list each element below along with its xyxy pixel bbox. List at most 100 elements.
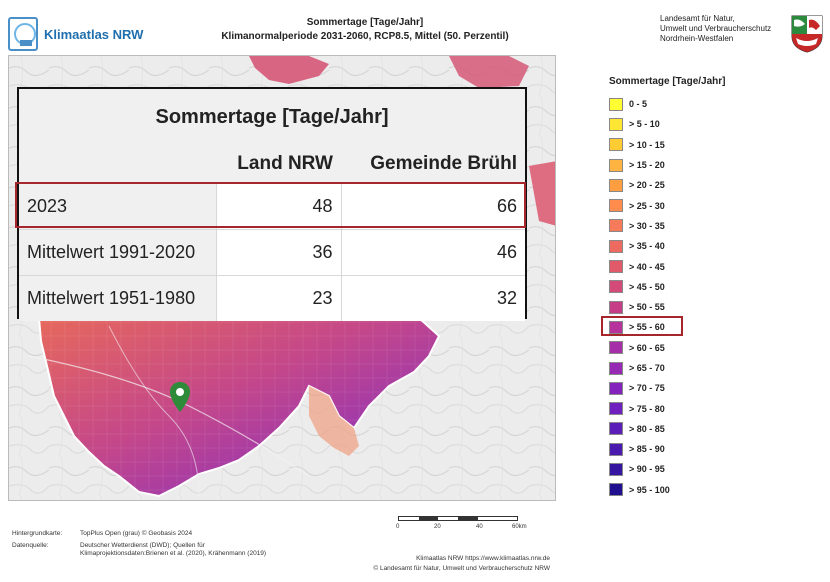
agency-line-3: Nordrhein-Westfalen [660, 34, 734, 43]
table-row: 2023 48 66 [19, 182, 525, 229]
row-label: 2023 [19, 182, 216, 229]
legend-swatch [609, 219, 623, 233]
land-value: 48 [215, 182, 341, 229]
legend-items: 0 - 5 > 5 - 10 > 10 - 15 > 15 - 20 > 20 - 25… [609, 94, 789, 500]
table-row: Mittelwert 1951-1980 23 32 [19, 274, 525, 321]
source-label: Datenquelle: [12, 542, 49, 549]
website-text: Klimaatlas NRW https://www.klimaatlas.nr… [416, 555, 550, 562]
agency-name: Landesamt für Natur, Umwelt und Verbrauc… [660, 14, 790, 44]
legend-label: > 15 - 20 [629, 160, 665, 171]
legend-swatch [609, 462, 623, 476]
gemeinde-value: 32 [340, 274, 525, 321]
legend-label: > 90 - 95 [629, 464, 665, 475]
legend-swatch [609, 361, 623, 375]
legend-swatch [609, 341, 623, 355]
legend-label: > 50 - 55 [629, 302, 665, 313]
legend-item: > 85 - 90 [609, 439, 789, 459]
legend-item: > 10 - 15 [609, 135, 789, 155]
source-value: Deutscher Wetterdienst (DWD); Quellen fü… [80, 542, 267, 557]
legend-label: > 30 - 35 [629, 220, 665, 231]
scale-bar: 0 20 40 60km [396, 516, 538, 536]
scale-tick: 40 [476, 524, 483, 530]
legend-swatch [609, 199, 623, 213]
legend-label: > 10 - 15 [629, 139, 665, 150]
legend-title: Sommertage [Tage/Jahr] [609, 76, 726, 87]
legend-swatch [609, 280, 623, 294]
land-value: 36 [215, 228, 341, 275]
agency-line-2: Umwelt und Verbraucherschutz [660, 24, 772, 33]
klimaatlas-logo: Klimaatlas NRW [8, 12, 158, 56]
legend-label: > 40 - 45 [629, 261, 665, 272]
basemap-value: TopPlus Open (grau) © Geobasis 2024 [80, 530, 193, 537]
legend-swatch [609, 300, 623, 314]
legend-label: > 5 - 10 [629, 119, 660, 130]
legend-label: > 60 - 65 [629, 342, 665, 353]
map-title-line1: Sommertage [Tage/Jahr] [306, 17, 424, 28]
legend-label: > 20 - 25 [629, 180, 665, 191]
land-value: 23 [215, 274, 341, 321]
legend-label: 0 - 5 [629, 99, 648, 110]
legend-swatch [609, 158, 623, 172]
legend-swatch [609, 260, 623, 274]
legend-item: > 15 - 20 [609, 155, 789, 175]
copyright-text: © Landesamt für Natur, Umwelt und Verbra… [373, 565, 550, 572]
legend-item: > 50 - 55 [609, 297, 789, 317]
legend-highlight-frame [601, 316, 683, 336]
legend-item: > 70 - 75 [609, 378, 789, 398]
column-header-land: Land NRW [216, 145, 341, 183]
logo-text: Klimaatlas NRW [44, 26, 144, 42]
gemeinde-value: 46 [340, 228, 525, 275]
map-title: Sommertage [Tage/Jahr] Klimanormalperiod… [200, 16, 530, 44]
basemap-label: Hintergrundkarte: [12, 530, 63, 537]
legend-label: > 25 - 30 [629, 200, 665, 211]
legend-swatch [609, 422, 623, 436]
legend-swatch [609, 117, 623, 131]
legend-item: > 80 - 85 [609, 419, 789, 439]
table-row: Mittelwert 1991-2020 36 46 [19, 228, 525, 275]
scale-tick: 20 [434, 524, 441, 530]
agency-line-1: Landesamt für Natur, [660, 14, 735, 23]
row-label: Mittelwert 1991-2020 [19, 228, 216, 275]
klimaatlas-logo-icon [8, 17, 38, 51]
legend-swatch [609, 138, 623, 152]
legend-item: > 40 - 45 [609, 256, 789, 276]
map-legend: Sommertage [Tage/Jahr] 0 - 5 > 5 - 10 > 10… [609, 76, 789, 500]
legend-label: > 70 - 75 [629, 383, 665, 394]
coat-of-arms-icon [791, 15, 823, 53]
legend-item: 0 - 5 [609, 94, 789, 114]
map-credits: Hintergrundkarte: TopPlus Open (grau) © … [12, 530, 270, 562]
map-title-line2: Klimanormalperiode 2031-2060, RCP8.5, Mi… [221, 31, 509, 42]
legend-item: > 90 - 95 [609, 459, 789, 479]
legend-swatch [609, 483, 623, 497]
legend-item: > 60 - 65 [609, 338, 789, 358]
legend-item: > 5 - 10 [609, 114, 789, 134]
legend-item: > 45 - 50 [609, 277, 789, 297]
scale-tick: 60km [512, 524, 527, 530]
row-label: Mittelwert 1951-1980 [19, 274, 216, 321]
legend-item: > 65 - 70 [609, 358, 789, 378]
statistics-table: Sommertage [Tage/Jahr] Land NRW Gemeinde… [17, 87, 527, 321]
legend-label: > 45 - 50 [629, 281, 665, 292]
legend-label: > 95 - 100 [629, 484, 670, 495]
legend-item: > 95 - 100 [609, 480, 789, 500]
legend-item: > 75 - 80 [609, 398, 789, 418]
legend-item: > 20 - 25 [609, 175, 789, 195]
table-title: Sommertage [Tage/Jahr] [19, 89, 525, 145]
map-copyright: Klimaatlas NRW https://www.klimaatlas.nr… [340, 554, 550, 574]
legend-swatch [609, 97, 623, 111]
legend-item: > 35 - 40 [609, 236, 789, 256]
legend-label: > 35 - 40 [629, 241, 665, 252]
scale-bar-graphic [398, 516, 518, 521]
legend-swatch [609, 402, 623, 416]
legend-item: > 30 - 35 [609, 216, 789, 236]
location-pin-icon[interactable] [169, 381, 191, 413]
legend-swatch [609, 178, 623, 192]
column-header-gemeinde: Gemeinde Brühl [341, 145, 525, 183]
legend-item: > 25 - 30 [609, 195, 789, 215]
legend-swatch [609, 381, 623, 395]
legend-label: > 80 - 85 [629, 423, 665, 434]
column-header-empty [19, 145, 216, 183]
gemeinde-value: 66 [340, 182, 525, 229]
legend-label: > 75 - 80 [629, 403, 665, 414]
scale-tick: 0 [396, 524, 400, 530]
